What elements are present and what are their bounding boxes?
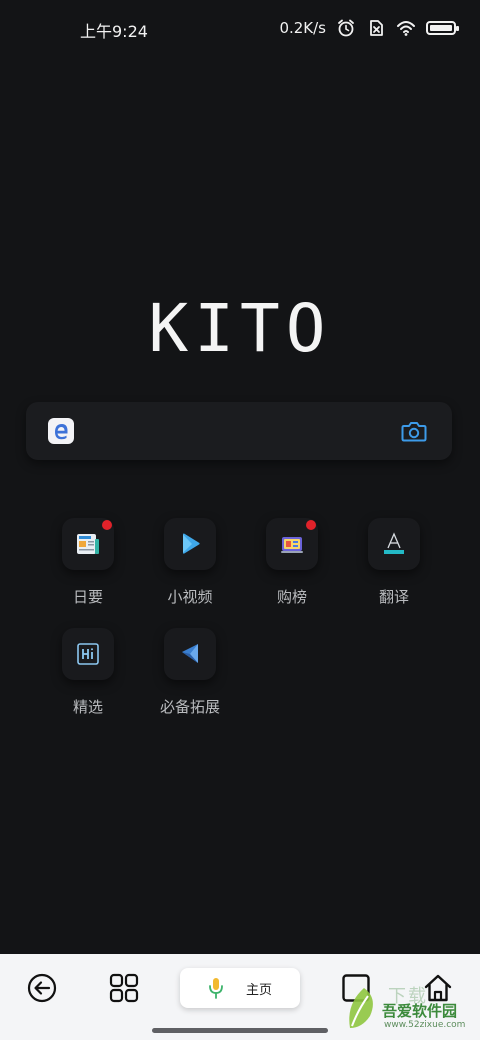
edge-logo-glyph [55,424,68,440]
status-indicators: 0.2K/s [279,16,459,40]
camera-icon[interactable] [400,418,428,444]
tile-extensions[interactable]: 必备拓展 [138,628,242,728]
shopping-glyph [281,537,303,553]
back-button[interactable] [24,970,60,1006]
tile-short-video[interactable]: 小视频 [138,518,242,618]
tile-featured[interactable]: 精选 [36,628,140,728]
sim-disabled-icon [370,20,383,36]
microphone-icon [209,978,223,999]
alarm-icon [338,19,354,37]
wifi-icon [397,21,415,36]
extension-icon [164,628,216,680]
tile-label: 购榜 [276,588,307,606]
back-icon [27,973,57,1003]
news-glyph [77,534,99,554]
watermark-url: www.52zixue.com [384,1020,466,1030]
battery-level [430,25,452,31]
play-icon [164,518,216,570]
menu-grid-button[interactable] [106,970,142,1006]
tile-label: 日要 [72,588,103,606]
featured-icon [62,628,114,680]
translate-glyph [384,532,404,554]
extension-glyph [182,644,198,663]
tile-daily-news[interactable]: 日要 [36,518,140,618]
search-bar[interactable] [26,402,452,460]
notification-badge [102,520,112,530]
tile-shopping-ranking[interactable]: 购榜 [240,518,344,618]
news-icon [62,518,114,570]
featured-glyph [77,643,99,665]
tile-translate[interactable]: 翻译 [342,518,446,618]
status-time: 上午9:24 [80,22,148,41]
battery-icon [426,21,459,35]
shopping-icon [266,518,318,570]
watermark-title: 吾爱软件园 [382,1002,458,1020]
edge-browser-icon[interactable] [48,418,74,444]
home-label: 主页 [245,982,272,998]
tile-label: 小视频 [167,588,213,606]
tile-label: 翻译 [378,588,409,606]
home-voice-button[interactable]: 主页 [180,968,300,1008]
notification-badge [306,520,316,530]
translate-icon [368,518,420,570]
kito-logo: KITO [148,290,332,367]
play-glyph [183,533,200,554]
watermark: 下载 吾爱软件园 www.52zixue.com [344,978,472,1036]
watermark-leaf-icon [349,988,373,1028]
tile-label: 必备拓展 [159,698,220,716]
network-speed: 0.2K/s [279,19,326,37]
tile-label: 精选 [72,698,103,716]
status-bar: 上午9:24 0.2K/s [0,0,480,56]
grid-menu-icon [109,973,139,1003]
gesture-handle[interactable] [152,1028,328,1033]
